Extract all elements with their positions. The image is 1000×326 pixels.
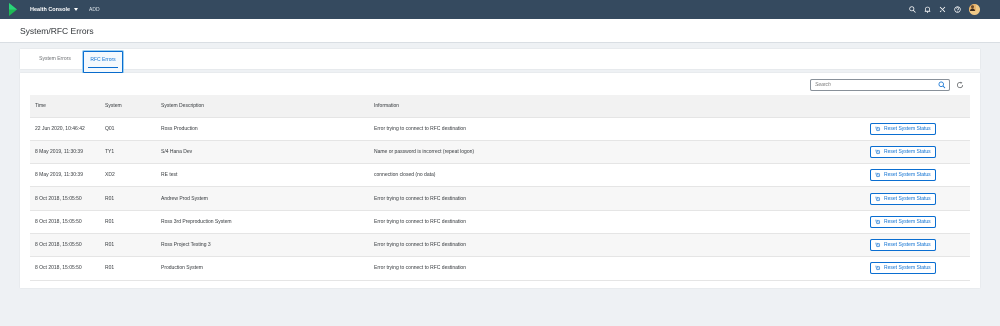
search-input[interactable]	[815, 80, 933, 90]
reset-icon	[875, 219, 881, 224]
cell-system: R01	[100, 233, 156, 258]
cell-system: R01	[100, 210, 156, 234]
cell-description: Ross Project Testing 3	[156, 233, 369, 258]
cell-information: Error trying to connect to RFC destinati…	[369, 210, 865, 234]
reset-icon	[875, 242, 881, 248]
cell-information: Name or password is incorrect (repeat lo…	[369, 140, 865, 165]
help-icon[interactable]	[954, 6, 961, 13]
table-row: 22 Jun 2020, 10:46:42 Q01 Ross Productio…	[30, 117, 970, 141]
table-row: 8 Oct 2018, 15:05:50 R01 Andrew Prod Sys…	[30, 186, 970, 211]
page-header: System/RFC Errors	[0, 19, 1000, 43]
cell-description: RE test	[156, 163, 369, 188]
cell-description: Andrew Prod System	[156, 186, 369, 211]
tab-bar: System Errors RFC Errors	[20, 49, 980, 73]
reset-icon	[875, 126, 881, 131]
reset-system-status-button[interactable]: Reset System Status	[870, 215, 936, 228]
cell-description: S/4 Hana Dev	[156, 140, 369, 165]
cell-description: Production System	[156, 256, 369, 281]
reset-system-status-button[interactable]: Reset System Status	[870, 122, 936, 135]
cell-information: Error trying to connect to RFC destinati…	[369, 186, 865, 211]
reset-icon	[875, 266, 881, 271]
page-title: System/RFC Errors	[20, 26, 94, 36]
cell-action: Reset System Status	[865, 256, 970, 281]
search-icon[interactable]	[909, 6, 916, 13]
tab-selected-indicator	[88, 67, 118, 68]
cell-action: Reset System Status	[865, 163, 970, 188]
tools-icon[interactable]	[939, 6, 946, 13]
button-label: Reset System Status	[884, 195, 931, 202]
cell-time: 8 May 2019, 11:30:39	[30, 163, 100, 188]
bell-icon[interactable]	[924, 6, 931, 13]
avatar[interactable]	[969, 4, 980, 15]
logo-icon[interactable]	[9, 3, 17, 16]
column-header-actions	[865, 95, 970, 118]
shell-actions	[909, 0, 980, 19]
reset-system-status-button[interactable]: Reset System Status	[870, 169, 936, 182]
table-row: 8 May 2019, 11:30:39 XD2 RE test connect…	[30, 163, 970, 188]
tab-rfc-errors[interactable]: RFC Errors	[83, 51, 123, 73]
search-icon[interactable]	[938, 81, 946, 89]
button-label: Reset System Status	[884, 242, 931, 249]
reset-system-status-button[interactable]: Reset System Status	[870, 192, 936, 205]
cell-time: 8 May 2019, 11:30:39	[30, 140, 100, 165]
cell-system: R01	[100, 256, 156, 281]
button-label: Reset System Status	[884, 218, 931, 225]
reset-icon	[875, 196, 881, 201]
cell-information: Error trying to connect to RFC destinati…	[369, 256, 865, 281]
button-label: Reset System Status	[884, 265, 931, 272]
shell-bar: Health Console ADD	[0, 0, 1000, 19]
system-id: ADD	[89, 6, 100, 13]
cell-system: R01	[100, 186, 156, 211]
cell-information: connection closed (no data)	[369, 163, 865, 188]
table-header-row: Time System System Description Informati…	[30, 95, 970, 118]
tab-label: System Errors	[39, 56, 71, 62]
refresh-icon[interactable]	[956, 81, 964, 89]
reset-system-status-button[interactable]: Reset System Status	[870, 262, 936, 275]
column-header-time[interactable]: Time	[30, 95, 100, 118]
rfc-errors-panel: Time System System Description Informati…	[20, 73, 980, 288]
app-title-menu[interactable]: Health Console	[30, 6, 79, 13]
cell-time: 8 Oct 2018, 15:05:50	[30, 256, 100, 281]
cell-system: TY1	[100, 140, 156, 165]
cell-time: 8 Oct 2018, 15:05:50	[30, 210, 100, 234]
chevron-down-icon	[74, 8, 79, 11]
cell-information: Error trying to connect to RFC destinati…	[369, 233, 865, 258]
user-avatar-icon	[969, 4, 976, 11]
table-toolbar	[20, 73, 980, 95]
column-header-information[interactable]: Information	[369, 95, 865, 118]
table-row: 8 Oct 2018, 15:05:50 R01 Ross Project Te…	[30, 233, 970, 258]
column-header-system[interactable]: System	[100, 95, 156, 118]
cell-action: Reset System Status	[865, 233, 970, 258]
reset-icon	[875, 172, 881, 178]
cell-action: Reset System Status	[865, 117, 970, 141]
rfc-errors-table: Time System System Description Informati…	[30, 95, 970, 281]
cell-description: Ross 3rd Preproduction System	[156, 210, 369, 234]
cell-description: Ross Production	[156, 117, 369, 141]
button-label: Reset System Status	[884, 148, 931, 155]
column-header-system-description[interactable]: System Description	[156, 95, 369, 118]
cell-time: 8 Oct 2018, 15:05:50	[30, 186, 100, 211]
tab-system-errors[interactable]: System Errors	[33, 49, 77, 69]
table-row: 8 Oct 2018, 15:05:50 R01 Production Syst…	[30, 256, 970, 281]
reset-system-status-button[interactable]: Reset System Status	[870, 145, 936, 158]
cell-action: Reset System Status	[865, 186, 970, 211]
table-row: 8 Oct 2018, 15:05:50 R01 Ross 3rd Prepro…	[30, 210, 970, 234]
cell-action: Reset System Status	[865, 140, 970, 165]
button-label: Reset System Status	[884, 125, 931, 132]
cell-time: 22 Jun 2020, 10:46:42	[30, 117, 100, 141]
button-label: Reset System Status	[884, 172, 931, 179]
cell-system: Q01	[100, 117, 156, 141]
tab-label: RFC Errors	[90, 57, 116, 63]
search-field[interactable]	[810, 79, 950, 91]
table-row: 8 May 2019, 11:30:39 TY1 S/4 Hana Dev Na…	[30, 140, 970, 165]
cell-time: 8 Oct 2018, 15:05:50	[30, 233, 100, 258]
cell-system: XD2	[100, 163, 156, 188]
reset-icon	[875, 149, 881, 154]
cell-information: Error trying to connect to RFC destinati…	[369, 117, 865, 141]
reset-system-status-button[interactable]: Reset System Status	[870, 239, 936, 252]
app-title: Health Console	[30, 6, 71, 13]
cell-action: Reset System Status	[865, 210, 970, 234]
